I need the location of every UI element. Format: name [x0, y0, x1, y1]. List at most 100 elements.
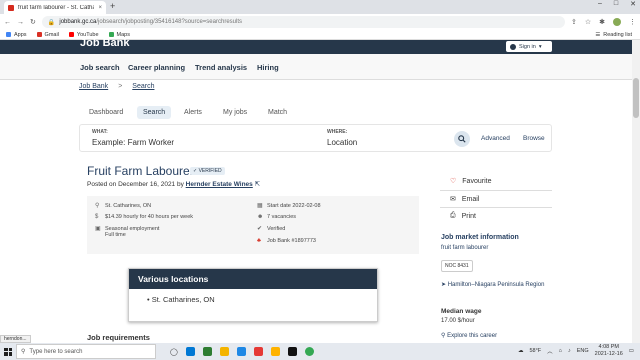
explore-label: Explore this career — [447, 333, 498, 339]
bookmark-gmail[interactable]: Gmail — [36, 32, 59, 38]
opera-icon[interactable] — [253, 347, 263, 356]
print-label: Print — [461, 212, 477, 220]
noc-badge[interactable]: NOC 8431 — [441, 260, 473, 272]
minimize-icon[interactable]: – — [598, 0, 602, 8]
nav-career-planning[interactable]: Career planning — [128, 63, 185, 72]
task-view-icon[interactable]: ◯ — [170, 348, 178, 356]
job-market-title[interactable]: Job market information — [441, 234, 519, 241]
explore-career-link[interactable]: ⚲ Explore this career — [441, 332, 497, 339]
gmail-icon — [36, 32, 42, 37]
sign-in-label: Sign in — [519, 43, 536, 50]
maximize-icon[interactable]: □ — [614, 0, 618, 8]
weather-temp[interactable]: 58°F — [529, 348, 541, 354]
where-input[interactable]: Location — [327, 138, 357, 147]
scrollbar-thumb[interactable] — [633, 78, 639, 118]
app-icon[interactable] — [287, 347, 297, 356]
close-window-icon[interactable]: ✕ — [630, 0, 636, 8]
search-icon: ⚲ — [21, 349, 26, 355]
app-icon[interactable] — [236, 347, 246, 356]
region-link[interactable]: ➤ Hamilton–Niagara Peninsula Region — [441, 281, 551, 289]
new-tab-button[interactable]: + — [110, 1, 115, 11]
extensions-icon[interactable]: ✱ — [599, 18, 605, 26]
search-button[interactable] — [454, 131, 470, 147]
file-explorer-icon[interactable] — [219, 347, 229, 356]
detail-job-id: ♣ Job Bank #1897773 — [257, 238, 316, 244]
maple-leaf-icon: ♣ — [257, 238, 261, 244]
address-bar[interactable]: 🔒 jobbank.gc.ca/jobsearch/jobposting/354… — [41, 16, 565, 28]
taskbar-search[interactable]: ⚲ Type here to search — [16, 344, 156, 359]
apps-grid-icon — [6, 32, 11, 37]
profile-avatar[interactable] — [613, 18, 621, 26]
job-title: Fruit Farm Labourer — [87, 164, 194, 178]
tab-dashboard[interactable]: Dashboard — [83, 106, 129, 119]
reading-list[interactable]: ☰ Reading list — [595, 32, 632, 38]
job-details-panel: ⚲ St. Catharines, ON $ $14.39 hourly for… — [87, 196, 419, 254]
edge-icon[interactable] — [185, 347, 195, 356]
bookmark-star-icon[interactable]: ☆ — [585, 18, 591, 26]
tray-chevron-icon[interactable]: ︿ — [547, 347, 553, 355]
job-market-occupation[interactable]: fruit farm labourer — [441, 245, 488, 251]
search-icon — [458, 135, 466, 143]
tab-alerts[interactable]: Alerts — [178, 106, 208, 119]
print-button[interactable]: ⎙ Print — [450, 212, 476, 220]
bookmark-apps[interactable]: Apps — [6, 32, 27, 38]
search-icon: ⚲ — [441, 333, 446, 339]
calendar-icon: ▦ — [257, 203, 263, 209]
verified-badge: ✓ VERIFIED — [190, 167, 225, 175]
people-icon: ☻ — [257, 214, 264, 220]
volume-icon[interactable]: ♪ — [568, 348, 571, 354]
browser-tab[interactable]: fruit farm labourer - St. Catharines... … — [4, 1, 106, 14]
app-icon[interactable] — [202, 347, 212, 356]
taskbar-apps: ◯ — [170, 347, 314, 356]
what-input[interactable]: Example: Farm Worker — [92, 138, 174, 147]
bookmark-label: Apps — [14, 31, 27, 38]
advanced-search-link[interactable]: Advanced — [481, 135, 510, 142]
forward-icon[interactable]: → — [17, 19, 24, 26]
maple-leaf-favicon-icon — [8, 4, 14, 11]
printer-icon: ⎙ — [450, 212, 456, 219]
site-title[interactable]: Job Bank — [80, 37, 130, 49]
browse-link[interactable]: Browse — [523, 135, 545, 142]
notification-icon[interactable]: ▭ — [629, 348, 634, 354]
menu-icon[interactable]: ⋮ — [629, 18, 636, 26]
breadcrumb-job-bank[interactable]: Job Bank — [79, 83, 108, 90]
start-button[interactable] — [0, 343, 16, 360]
nav-hiring[interactable]: Hiring — [257, 63, 279, 72]
network-icon[interactable]: ⌂ — [559, 348, 562, 354]
tab-match[interactable]: Match — [262, 106, 293, 119]
external-link-icon[interactable]: ⇱ — [255, 181, 260, 188]
map-pin-icon: ➤ — [441, 282, 447, 288]
browser-toolbar: ← → ↻ 🔒 jobbank.gc.ca/jobsearch/jobposti… — [0, 14, 640, 30]
chrome-icon[interactable] — [304, 347, 314, 356]
job-requirements-heading: Job requirements — [87, 333, 150, 342]
clock-time: 4:08 PM — [598, 344, 619, 350]
site-header: Job Bank Sign in ▾ — [0, 37, 632, 54]
job-search-bar: WHAT: Example: Farm Worker WHERE: Locati… — [79, 124, 552, 152]
email-button[interactable]: ✉ Email — [450, 195, 479, 204]
location-list-item: • St. Catharines, ON — [147, 295, 215, 304]
favourite-label: Favourite — [462, 177, 492, 185]
nav-job-search[interactable]: Job search — [80, 63, 120, 72]
share-icon[interactable]: ⇪ — [571, 18, 577, 26]
tab-search[interactable]: Search — [137, 106, 172, 119]
sign-in-button[interactable]: Sign in ▾ — [506, 41, 552, 52]
reload-icon[interactable]: ↻ — [30, 18, 36, 26]
browser-tab-strip: fruit farm labourer - St. Catharines... … — [0, 0, 640, 14]
tab-close-icon[interactable]: × — [98, 5, 102, 11]
url-host: jobbank.gc.ca — [59, 19, 97, 25]
employer-link[interactable]: Hernder Estate Wines — [186, 181, 253, 188]
sidebar-divider — [440, 190, 552, 191]
nav-trend-analysis[interactable]: Trend analysis — [195, 63, 247, 72]
clock[interactable]: 4:08 PM 2021-12-16 — [595, 344, 623, 358]
app-icon[interactable] — [270, 347, 280, 356]
status-url-bar: herndon... — [0, 335, 31, 343]
windows-taskbar: ⚲ Type here to search ◯ ☁ 58°F ︿ ⌂ ♪ ENG… — [0, 343, 640, 360]
region-text: Hamilton–Niagara Peninsula Region — [447, 282, 545, 288]
sidebar-divider — [440, 207, 552, 208]
language-indicator[interactable]: ENG — [577, 348, 589, 354]
tab-my-jobs[interactable]: My jobs — [217, 106, 253, 119]
back-icon[interactable]: ← — [4, 19, 11, 26]
weather-icon[interactable]: ☁ — [518, 348, 524, 354]
breadcrumb-search[interactable]: Search — [132, 83, 154, 90]
favourite-button[interactable]: ♡ Favourite — [450, 177, 492, 186]
